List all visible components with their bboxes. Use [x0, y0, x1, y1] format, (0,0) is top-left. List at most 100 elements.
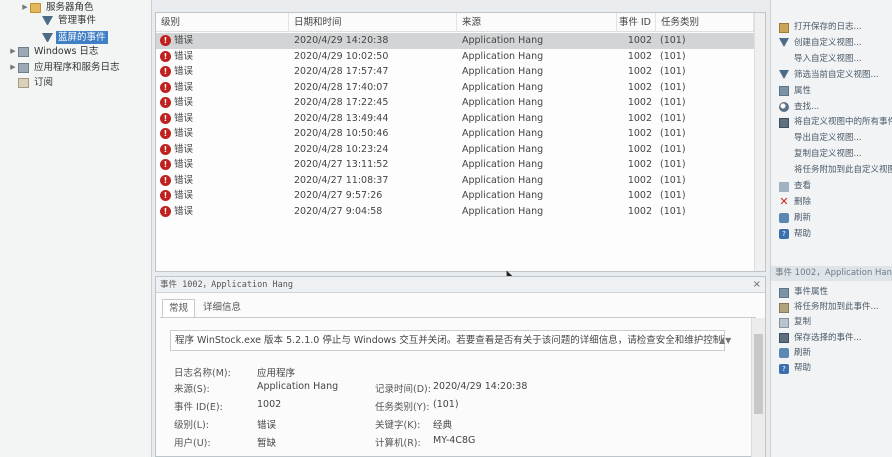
table-row[interactable]: ! 错误 2020/4/28 17:22:45 Application Hang 100…	[156, 95, 756, 111]
refresh-icon	[779, 213, 789, 224]
table-row[interactable]: ! 错误 2020/4/27 13:11:52 Application Hang 100…	[156, 157, 756, 173]
tree-item-label: 应用程序和服务日志	[34, 62, 120, 73]
action-item[interactable]: 导出自定义视图...	[771, 131, 892, 146]
column-header-source[interactable]: 来源	[457, 13, 617, 32]
expand-arrow-icon[interactable]: ▶	[8, 45, 18, 58]
table-row[interactable]: ! 错误 2020/4/27 11:08:37 Application Hang 100…	[156, 173, 756, 189]
action-item[interactable]: 属性	[771, 84, 892, 99]
cell-task-category: (101)	[660, 174, 686, 186]
cell-task-category: (101)	[660, 97, 686, 108]
action-item[interactable]: 将任务附加到此自定义视图...	[771, 163, 892, 178]
cell-task-category: (101)	[660, 128, 686, 139]
cell-level: 错误	[174, 66, 194, 77]
action-item[interactable]: 事件属性	[771, 285, 892, 300]
tree-item[interactable]: ▶ 应用程序和服务日志	[8, 61, 122, 74]
action-item[interactable]: ? 帮助	[771, 227, 892, 242]
tree-item[interactable]: ▶ 服务器角色	[20, 1, 96, 14]
action-item[interactable]: 查找...	[771, 100, 892, 115]
cell-task-category: (101)	[660, 143, 686, 155]
detail-scrollbar-thumb[interactable]	[754, 334, 763, 414]
refresh-icon	[779, 348, 789, 359]
table-row[interactable]: ! 错误 2020/4/28 10:23:24 Application Hang 100…	[156, 142, 756, 158]
cell-source: Application Hang	[462, 50, 544, 62]
table-row[interactable]: ! 错误 2020/4/28 10:50:46 Application Hang 100…	[156, 126, 756, 142]
error-icon: !	[160, 143, 171, 155]
action-label: 复制	[794, 317, 812, 328]
action-label: 删除	[794, 196, 812, 207]
level-label: 级别(L):	[174, 420, 209, 431]
cell-level: 错误	[174, 81, 194, 93]
action-label: 导出自定义视图...	[794, 133, 862, 144]
cell-datetime: 2020/4/27 9:57:26	[294, 190, 383, 201]
tree-item[interactable]: 订阅	[8, 76, 55, 89]
tab-details[interactable]: 详细信息	[197, 299, 247, 317]
expand-arrow-icon[interactable]: ▶	[20, 1, 30, 14]
table-row[interactable]: ! 错误 2020/4/27 9:04:58 Application Hang 1002…	[156, 204, 756, 220]
error-icon: !	[160, 174, 171, 186]
cell-event-id: 1002	[627, 112, 652, 124]
tab-general[interactable]: 常规	[162, 299, 196, 317]
action-label: 复制自定义视图...	[794, 149, 862, 160]
cell-source: Application Hang	[462, 159, 544, 170]
action-label: 将任务附加到此事件...	[794, 302, 879, 313]
expand-arrow-icon[interactable]: ▶	[8, 61, 18, 74]
column-header-task-category[interactable]: 任务类别	[656, 13, 754, 32]
error-icon: !	[160, 97, 171, 108]
tree-item-label: 蓝屏的事件	[56, 31, 108, 44]
action-item[interactable]: 将自定义视图中的所有事件另存为...	[771, 115, 892, 130]
cell-task-category: (101)	[660, 50, 686, 62]
action-item[interactable]: 复制	[771, 315, 892, 330]
cell-datetime: 2020/4/28 17:40:07	[294, 81, 389, 93]
event-id-value: 1002	[257, 399, 282, 410]
tree-item[interactable]: ▶ Windows 日志	[8, 45, 100, 58]
column-header-event-id[interactable]: 事件 ID	[617, 13, 656, 32]
action-item[interactable]: 查看	[771, 179, 892, 194]
list-scrollbar[interactable]	[754, 13, 765, 271]
close-icon[interactable]: ×	[753, 277, 761, 293]
column-header-level[interactable]: 级别	[156, 13, 289, 32]
cell-event-id: 1002	[627, 190, 652, 201]
action-item[interactable]: 筛选当前自定义视图...	[771, 68, 892, 83]
action-item[interactable]: 刷新	[771, 211, 892, 226]
filter-icon	[779, 70, 789, 80]
action-item[interactable]: 复制自定义视图...	[771, 147, 892, 162]
table-row[interactable]: ! 错误 2020/4/28 17:40:07 Application Hang 100…	[156, 80, 756, 96]
description-scroll-icon[interactable]: ▲▼	[719, 330, 731, 351]
attach-task-icon	[779, 302, 789, 313]
detail-scrollbar[interactable]	[751, 318, 765, 457]
action-item[interactable]: 刷新	[771, 346, 892, 361]
action-label: 刷新	[794, 212, 812, 223]
tab-divider	[160, 317, 756, 318]
event-description[interactable]: 程序 WinStock.exe 版本 5.2.1.0 停止与 Windows 交…	[170, 330, 725, 351]
help-icon: ?	[779, 363, 789, 374]
table-row[interactable]: ! 错误 2020/4/29 10:02:50 Application Hang 100…	[156, 49, 756, 65]
filter-icon	[42, 15, 53, 26]
action-label: 将自定义视图中的所有事件另存为...	[794, 117, 892, 128]
table-row[interactable]: ! 错误 2020/4/28 17:57:47 Application Hang 100…	[156, 64, 756, 80]
event-detail-panel: 事件 1002，Application Hang × 常规 详细信息 程序 Wi…	[155, 276, 766, 457]
cell-datetime: 2020/4/27 11:08:37	[294, 174, 389, 186]
cell-level: 错误	[174, 50, 194, 62]
cell-event-id: 1002	[627, 205, 652, 217]
column-header-datetime[interactable]: 日期和时间	[289, 13, 457, 32]
action-item[interactable]: ✕ 删除	[771, 195, 892, 210]
logged-label: 记录时间(D):	[375, 384, 431, 395]
table-row[interactable]: ! 错误 2020/4/28 13:49:44 Application Hang 100…	[156, 111, 756, 127]
action-item[interactable]: 导入自定义视图...	[771, 52, 892, 67]
tree-item[interactable]: 管理事件	[32, 14, 98, 27]
cell-source: Application Hang	[462, 205, 544, 217]
actions-section-header[interactable]: 事件 1002，Application Hang	[771, 266, 892, 281]
cell-source: Application Hang	[462, 66, 544, 77]
action-item[interactable]: ? 帮助	[771, 361, 892, 376]
action-item[interactable]: 将任务附加到此事件...	[771, 300, 892, 315]
filter-icon	[779, 38, 789, 48]
table-row[interactable]: ! 错误 2020/4/29 14:20:38 Application Hang 100…	[156, 33, 756, 49]
action-item[interactable]: 保存选择的事件...	[771, 331, 892, 346]
action-item[interactable]: 打开保存的日志...	[771, 20, 892, 35]
column-header-row: 级别 日期和时间 来源 事件 ID 任务类别	[156, 13, 765, 32]
tree-item[interactable]: 蓝屏的事件	[32, 31, 108, 44]
cell-event-id: 1002	[627, 174, 652, 186]
action-item[interactable]: 创建自定义视图...	[771, 36, 892, 51]
table-row[interactable]: ! 错误 2020/4/27 9:57:26 Application Hang 1002…	[156, 188, 756, 204]
action-label: 打开保存的日志...	[794, 22, 862, 32]
